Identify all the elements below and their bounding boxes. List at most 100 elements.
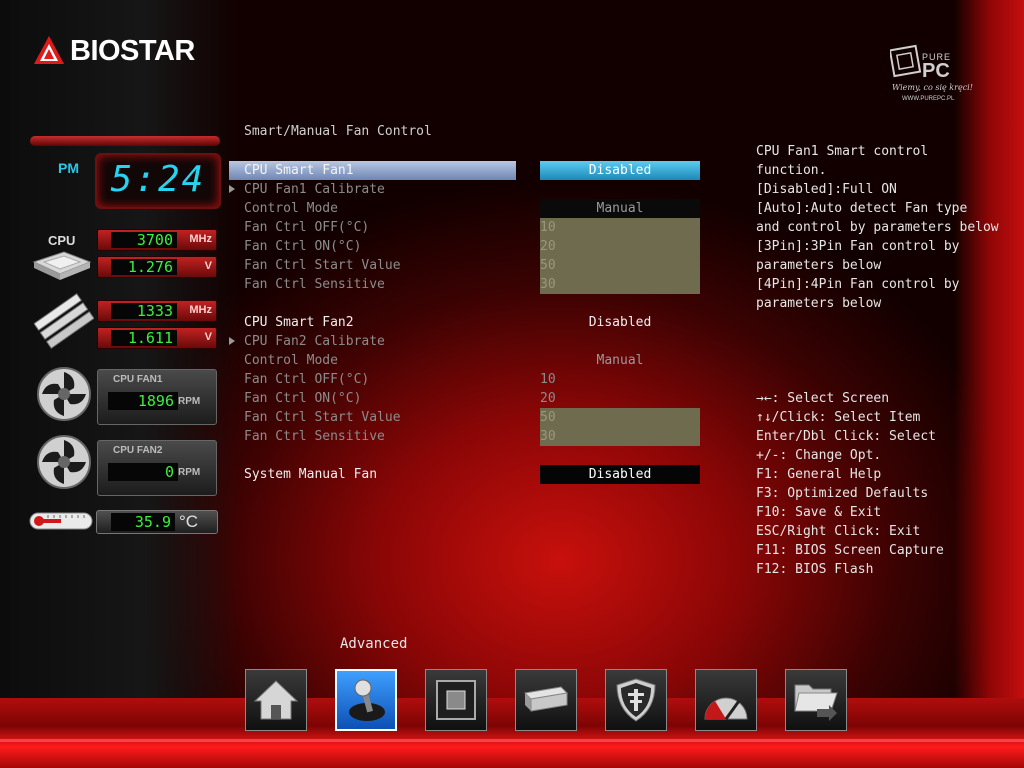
cpu-fan1-unit: RPM	[178, 396, 201, 407]
cpu-smart-fan1-value[interactable]: Disabled	[540, 161, 700, 180]
memory-voltage-value: 1.611	[111, 330, 177, 346]
fan1-icon	[37, 367, 91, 421]
key-legend-line: F10: Save & Exit	[756, 505, 882, 520]
save-exit-folder-icon	[794, 684, 838, 721]
fan1-ctrl-sensitive-label: Fan Ctrl Sensitive	[244, 277, 385, 292]
fan2-ctrl-off-label: Fan Ctrl OFF(°C)	[244, 372, 370, 387]
cpu-fan2-readout: CPU FAN2 0 RPM	[97, 440, 217, 496]
system-temperature-value: 35.9	[111, 513, 175, 531]
key-legend-line: ↑↓/Click: Select Item	[756, 410, 921, 425]
clock-time: 5:24	[110, 159, 206, 200]
help-line: function.	[756, 163, 827, 178]
key-legend-line: +/-: Change Opt.	[756, 448, 882, 463]
fan1-parameter-block	[540, 218, 700, 294]
submenu-arrow-icon	[229, 337, 235, 345]
system-temperature-unit: °C	[179, 512, 199, 531]
cpu-voltage-unit: V	[204, 260, 212, 272]
key-legend-line: F11: BIOS Screen Capture	[756, 543, 944, 558]
memory-frequency-value: 1333	[111, 303, 177, 319]
cpu-voltage-value: 1.276	[111, 259, 177, 275]
tab-chipset[interactable]	[425, 669, 487, 731]
help-line: [Auto]:Auto detect Fan type	[756, 201, 968, 216]
fan1-ctrl-sensitive-value: 30	[540, 277, 556, 292]
tab-save-exit[interactable]	[785, 669, 847, 731]
thermometer-icon	[29, 512, 93, 530]
cpu-fan2-calibrate-item[interactable]: CPU Fan2 Calibrate	[244, 332, 385, 351]
fan2-icon	[37, 435, 91, 489]
tab-boot[interactable]	[515, 669, 577, 731]
fan2-control-mode-value: Manual	[596, 353, 644, 368]
cpu-frequency-readout: 3700 MHz	[97, 229, 217, 251]
svg-text:WWW.PUREPC.PL: WWW.PUREPC.PL	[902, 96, 955, 102]
cpu-fan2-unit: RPM	[178, 467, 201, 478]
tab-main[interactable]	[245, 669, 307, 731]
floor-edge-decoration	[0, 739, 1024, 742]
o-n-e-gauge-icon	[704, 697, 748, 720]
biostar-logo-icon	[34, 36, 64, 64]
fan2-ctrl-off-value: 10	[540, 372, 556, 387]
memory-module-icon	[34, 293, 94, 349]
fan2-ctrl-on-value: 20	[540, 391, 556, 406]
key-legend-line: →←: Select Screen	[756, 391, 890, 406]
fan2-ctrl-on-label: Fan Ctrl ON(°C)	[244, 391, 362, 406]
fan1-ctrl-off-label: Fan Ctrl OFF(°C)	[244, 220, 370, 235]
boot-drive-icon	[523, 686, 569, 712]
key-legend-line: F1: General Help	[756, 467, 882, 482]
help-line: CPU Fan1 Smart control	[756, 144, 929, 159]
active-tab-label: Advanced	[340, 636, 408, 652]
help-line: parameters below	[756, 258, 882, 273]
fan1-ctrl-on-value: 20	[540, 239, 556, 254]
key-legend-line: F12: BIOS Flash	[756, 562, 874, 577]
fan2-parameter-block	[540, 408, 700, 446]
system-temperature-readout: 35.9 °C	[96, 510, 218, 534]
cpu-frequency-unit: MHz	[189, 233, 212, 245]
help-line: and control by parameters below	[756, 220, 999, 235]
clock-ampm: PM	[58, 160, 79, 176]
fan1-ctrl-start-value: 50	[540, 258, 556, 273]
cpu-smart-fan2-item[interactable]: CPU Smart Fan2	[244, 313, 354, 332]
svg-text:PC: PC	[922, 60, 950, 82]
system-manual-fan-value[interactable]: Disabled	[540, 465, 700, 484]
help-line: parameters below	[756, 296, 882, 311]
tab-o-n-e[interactable]	[695, 669, 757, 731]
purepc-watermark-logo: PURE PC Wiemy, co się kręci! WWW.PUREPC.…	[890, 44, 973, 102]
fan2-ctrl-start-label: Fan Ctrl Start Value	[244, 410, 401, 425]
memory-frequency-readout: 1333 MHz	[97, 300, 217, 322]
brand-name: BIOSTAR	[70, 34, 195, 67]
chipset-icon	[436, 680, 476, 720]
advanced-joystick-icon	[349, 679, 385, 721]
fan2-control-mode-label: Control Mode	[244, 353, 338, 368]
cpu-frequency-value: 3700	[111, 232, 177, 248]
memory-frequency-unit: MHz	[189, 304, 212, 316]
help-description: CPU Fan1 Smart control function. [Disabled…	[756, 123, 999, 332]
clock-accent-bar	[30, 136, 220, 146]
biostar-logo: BIOSTAR	[32, 34, 195, 68]
cpu-fan2-rpm: 0	[108, 463, 178, 481]
help-line: [Disabled]:Full ON	[756, 182, 897, 197]
home-icon	[253, 680, 299, 720]
system-manual-fan-item[interactable]: System Manual Fan	[244, 465, 377, 484]
right-curtain-decoration	[954, 0, 1024, 700]
cpu-fan1-calibrate-item[interactable]: CPU Fan1 Calibrate	[244, 180, 385, 199]
fan1-ctrl-on-label: Fan Ctrl ON(°C)	[244, 239, 362, 254]
tab-advanced[interactable]	[335, 669, 397, 731]
security-shield-icon	[616, 678, 656, 722]
fan1-control-mode-value: Manual	[540, 199, 700, 218]
cpu-fan1-rpm: 1896	[108, 392, 178, 410]
fan1-ctrl-start-label: Fan Ctrl Start Value	[244, 258, 401, 273]
section-title: Smart/Manual Fan Control	[244, 124, 432, 139]
cpu-smart-fan2-value[interactable]: Disabled	[540, 313, 700, 332]
fan2-ctrl-sensitive-label: Fan Ctrl Sensitive	[244, 429, 385, 444]
memory-voltage-unit: V	[204, 331, 212, 343]
cpu-voltage-readout: 1.276 V	[97, 256, 217, 278]
clock-display: 5:24	[95, 153, 221, 209]
key-legend: →←: Select Screen ↑↓/Click: Select Item En…	[756, 370, 944, 598]
fan1-control-mode-label: Control Mode	[244, 201, 338, 216]
cpu-fan1-readout: CPU FAN1 1896 RPM	[97, 369, 217, 425]
cpu-label: CPU	[48, 233, 76, 248]
cpu-smart-fan1-item[interactable]: CPU Smart Fan1	[244, 161, 354, 180]
svg-text:Wiemy, co się kręci!: Wiemy, co się kręci!	[892, 83, 973, 92]
tab-security[interactable]	[605, 669, 667, 731]
key-legend-line: Enter/Dbl Click: Select	[756, 429, 937, 444]
cpu-fan1-label: CPU FAN1	[113, 374, 163, 385]
